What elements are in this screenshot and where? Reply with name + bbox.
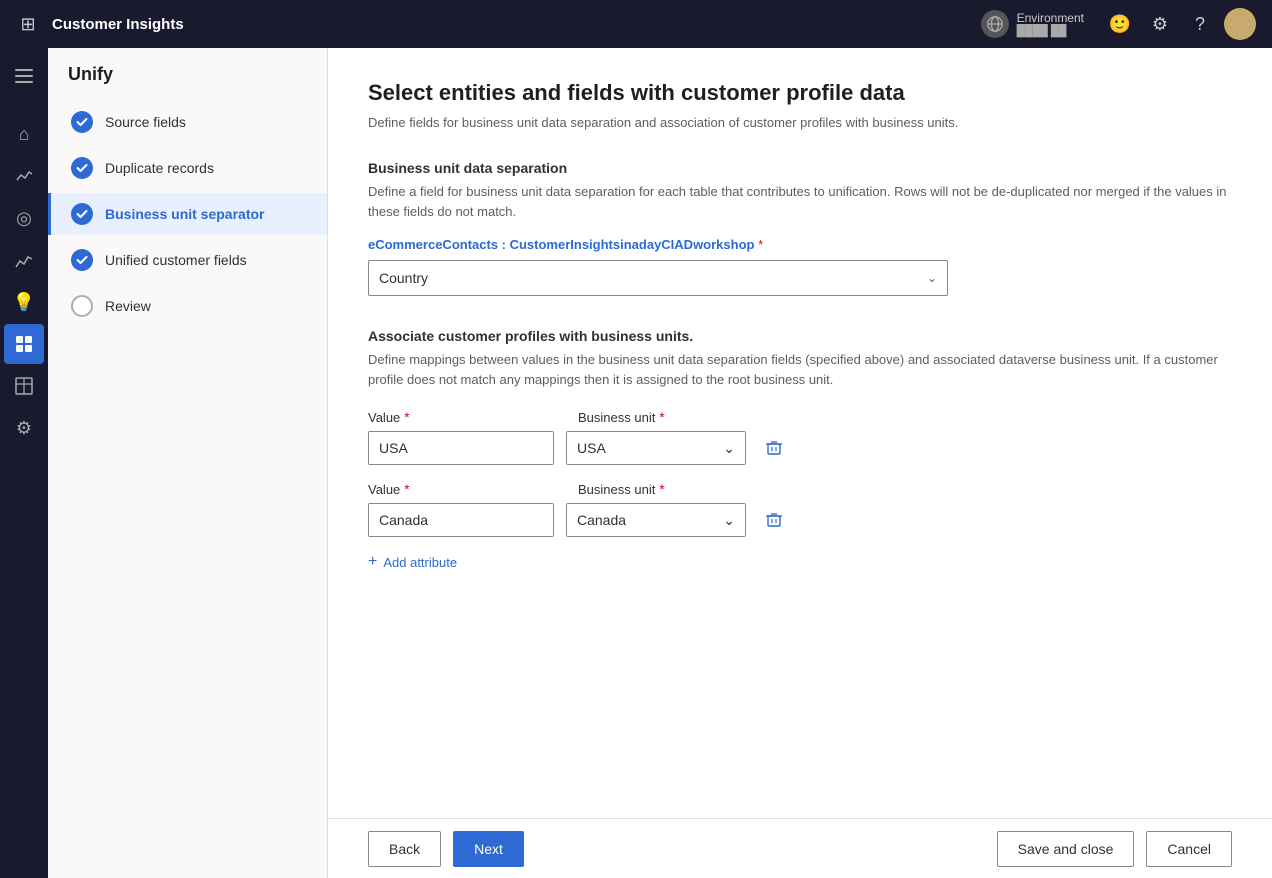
page-title: Select entities and fields with customer…	[368, 80, 1232, 106]
bu-req-2: *	[655, 481, 664, 497]
step-label-unified-customer-fields: Unified customer fields	[105, 252, 247, 268]
content-scroll: Select entities and fields with customer…	[328, 48, 1272, 818]
country-dropdown-value: Country	[379, 270, 428, 286]
step-circle-duplicate-records	[71, 157, 93, 179]
step-unified-customer-fields[interactable]: Unified customer fields	[48, 239, 327, 281]
rail-table-icon[interactable]	[4, 366, 44, 406]
step-source-fields[interactable]: Source fields	[48, 101, 327, 143]
topnav-right-area: Environment ████ ██ 🙂 ⚙ ?	[981, 8, 1256, 40]
footer: Back Next Save and close Cancel	[328, 818, 1272, 878]
bu-dropdown-2[interactable]: Canada ⌄	[566, 503, 746, 537]
entity-label: eCommerceContacts : CustomerInsightsinad…	[368, 237, 1232, 252]
step-circle-unified-customer-fields	[71, 249, 93, 271]
steps-list: Source fields Duplicate records Business…	[48, 101, 327, 327]
environment-selector[interactable]: Environment ████ ██	[981, 10, 1084, 38]
field-row-1: USA ⌄	[368, 431, 1232, 465]
value-input-1[interactable]	[368, 431, 554, 465]
value-label-2: Value *	[368, 481, 554, 497]
bu-dropdown-1-value: USA	[577, 440, 606, 456]
environment-text: Environment ████ ██	[1017, 11, 1084, 37]
step-label-business-unit-separator: Business unit separator	[105, 206, 265, 222]
associate-section: Associate customer profiles with busines…	[368, 328, 1232, 571]
value-req-2: *	[400, 481, 409, 497]
main-layout: ⌂ ◎ 💡 ⚙	[0, 48, 1272, 878]
step-circle-review	[71, 295, 93, 317]
top-navigation: ⊞ Customer Insights Environment ████ ██ …	[0, 0, 1272, 48]
sidebar: Unify Source fields Duplicate records	[48, 48, 328, 878]
bu-dropdown-2-arrow: ⌄	[723, 512, 735, 529]
sidebar-title: Unify	[48, 64, 327, 101]
help-icon[interactable]: ?	[1184, 8, 1216, 40]
bu-dropdown-1[interactable]: USA ⌄	[566, 431, 746, 465]
field-row-labels-1: Value * Business unit *	[368, 409, 1232, 425]
delete-row-2-button[interactable]	[758, 504, 790, 536]
bu-dropdown-1-arrow: ⌄	[723, 440, 735, 457]
cancel-button[interactable]: Cancel	[1146, 831, 1232, 867]
country-dropdown[interactable]: Country ⌄	[368, 260, 948, 296]
add-attribute-button[interactable]: + Add attribute	[368, 553, 457, 571]
add-icon: +	[368, 553, 377, 571]
step-label-review: Review	[105, 298, 151, 314]
step-duplicate-records[interactable]: Duplicate records	[48, 147, 327, 189]
rail-bulb-icon[interactable]: 💡	[4, 282, 44, 322]
required-star-entity: *	[754, 237, 763, 252]
next-button[interactable]: Next	[453, 831, 524, 867]
value-input-2[interactable]	[368, 503, 554, 537]
footer-left: Back Next	[368, 831, 524, 867]
business-unit-section-title: Business unit data separation	[368, 160, 1232, 176]
rail-analytics-icon[interactable]	[4, 156, 44, 196]
app-title: Customer Insights	[52, 16, 981, 33]
assoc-desc: Define mappings between values in the bu…	[368, 350, 1232, 389]
step-label-source-fields: Source fields	[105, 114, 186, 130]
smiley-icon[interactable]: 🙂	[1104, 8, 1136, 40]
value-req-1: *	[400, 409, 409, 425]
content-area: Select entities and fields with customer…	[328, 48, 1272, 878]
rail-target-icon[interactable]: ◎	[4, 198, 44, 238]
step-circle-business-unit-separator	[71, 203, 93, 225]
business-unit-section: Business unit data separation Define a f…	[368, 160, 1232, 296]
country-dropdown-arrow: ⌄	[927, 271, 937, 285]
bu-label-2: Business unit *	[578, 481, 758, 497]
bu-req-1: *	[655, 409, 664, 425]
rail-chart-icon[interactable]	[4, 240, 44, 280]
rail-segments-icon[interactable]	[4, 324, 44, 364]
business-unit-section-desc: Define a field for business unit data se…	[368, 182, 1232, 221]
assoc-title: Associate customer profiles with busines…	[368, 328, 1232, 344]
rail-home-icon[interactable]: ⌂	[4, 114, 44, 154]
step-business-unit-separator[interactable]: Business unit separator	[48, 193, 327, 235]
rail-menu-icon[interactable]	[4, 56, 44, 96]
field-row-2: Canada ⌄	[368, 503, 1232, 537]
save-close-button[interactable]: Save and close	[997, 831, 1135, 867]
delete-row-1-button[interactable]	[758, 432, 790, 464]
entity-name-text: eCommerceContacts : CustomerInsightsinad…	[368, 237, 754, 252]
add-attribute-label: Add attribute	[383, 555, 457, 570]
field-row-labels-2: Value * Business unit *	[368, 481, 1232, 497]
step-review[interactable]: Review	[48, 285, 327, 327]
footer-right: Save and close Cancel	[997, 831, 1232, 867]
back-button[interactable]: Back	[368, 831, 441, 867]
user-avatar[interactable]	[1224, 8, 1256, 40]
left-rail: ⌂ ◎ 💡 ⚙	[0, 48, 48, 878]
step-label-duplicate-records: Duplicate records	[105, 160, 214, 176]
settings-icon[interactable]: ⚙	[1144, 8, 1176, 40]
step-circle-source-fields	[71, 111, 93, 133]
bu-dropdown-2-value: Canada	[577, 512, 626, 528]
rail-settings-icon[interactable]: ⚙	[4, 408, 44, 448]
bu-label-1: Business unit *	[578, 409, 758, 425]
page-subtitle: Define fields for business unit data sep…	[368, 114, 1232, 132]
value-label-1: Value *	[368, 409, 554, 425]
grid-menu-icon[interactable]: ⊞	[16, 12, 40, 36]
environment-icon	[981, 10, 1009, 38]
